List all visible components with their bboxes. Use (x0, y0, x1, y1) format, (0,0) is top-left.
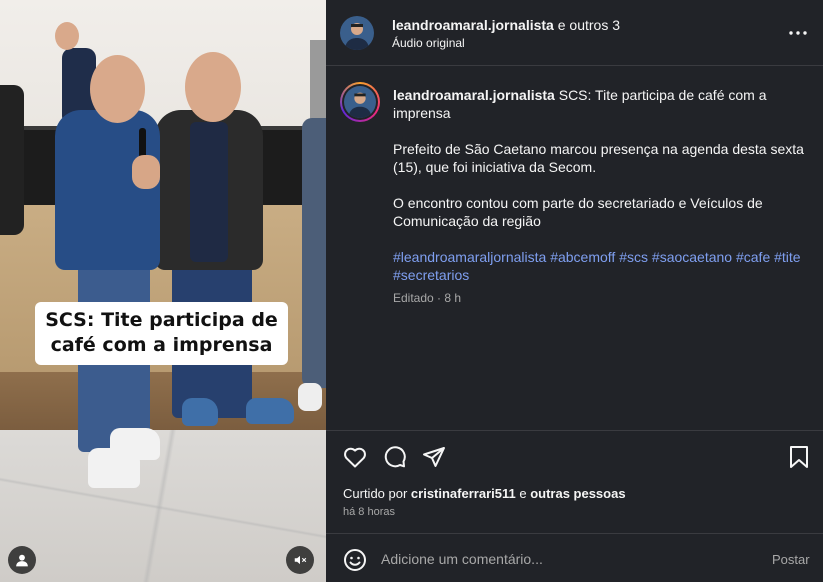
post-details-panel: leandroamaral.jornalista e outros 3 Áudi… (326, 0, 823, 582)
likes-prefix: Curtido por (343, 486, 411, 501)
video-caption-text: SCS: Tite participa de café com a impren… (45, 309, 278, 356)
mute-button[interactable] (286, 546, 314, 574)
caption-author-avatar[interactable] (340, 82, 380, 122)
post-caption: leandroamaral.jornalista SCS: Tite parti… (393, 86, 805, 302)
share-button[interactable] (421, 444, 447, 470)
tagged-users-button[interactable] (8, 546, 36, 574)
caption-author[interactable]: leandroamaral.jornalista (393, 87, 555, 103)
video-caption-overlay: SCS: Tite participa de café com a impren… (35, 302, 288, 365)
caption-hashtags: #leandroamaraljornalista #abcemoff #scs … (393, 248, 805, 284)
liked-by-user[interactable]: cristinaferrari511 (411, 486, 516, 501)
caption-paragraph-1: Prefeito de São Caetano marcou presença … (393, 141, 804, 175)
man-right-shoe-left (182, 398, 218, 426)
coauthors-link[interactable]: e outros 3 (554, 17, 620, 33)
heart-icon (344, 447, 366, 468)
send-icon (423, 447, 445, 467)
edited-timestamp: Editado · 8 h (393, 291, 462, 305)
person-background-head (55, 22, 79, 50)
post-header: leandroamaral.jornalista e outros 3 Áudi… (326, 0, 823, 66)
emoji-button[interactable] (342, 547, 368, 573)
man-right-shoe-right (246, 398, 294, 424)
hashtag-link[interactable]: #saocaetano (652, 249, 732, 265)
hashtag-link[interactable]: #leandroamaraljornalista (393, 249, 546, 265)
like-button[interactable] (342, 444, 368, 470)
action-bar (326, 430, 823, 480)
emoji-icon (344, 549, 366, 571)
user-icon (16, 554, 28, 567)
person-right-edge (302, 118, 326, 388)
speaker-head (90, 55, 145, 123)
hashtag-link[interactable]: #secretarios (393, 267, 469, 283)
comment-bar: Postar (326, 533, 823, 582)
man-right-head (185, 52, 241, 122)
hashtag-link[interactable]: #cafe (736, 249, 770, 265)
comment-input[interactable] (381, 548, 731, 570)
speaker-muted-icon (294, 555, 307, 565)
tile-floor (0, 430, 326, 582)
comment-button[interactable] (382, 444, 408, 470)
audio-link[interactable]: Áudio original (392, 36, 465, 50)
likes-middle: e (515, 486, 531, 501)
author-username[interactable]: leandroamaral.jornalista (392, 17, 554, 33)
more-horizontal-icon (789, 31, 807, 35)
man-right-shirt (190, 122, 228, 262)
person-left-edge (0, 85, 24, 235)
author-avatar[interactable] (340, 16, 374, 50)
likes-summary: Curtido por cristinaferrari511 e outras … (343, 486, 626, 501)
save-button[interactable] (786, 444, 812, 470)
person-right-shoe (298, 383, 322, 411)
hashtag-link[interactable]: #abcemoff (550, 249, 615, 265)
bookmark-icon (790, 446, 808, 468)
more-options-button[interactable] (784, 22, 812, 44)
speaker-shoe-right (110, 428, 160, 460)
comment-icon (384, 446, 406, 468)
hashtag-link[interactable]: #tite (774, 249, 800, 265)
reel-video[interactable]: SCS: Tite participa de café com a impren… (0, 0, 326, 582)
caption-paragraph-2: O encontro contou com parte do secretari… (393, 195, 763, 229)
speaker-hand (132, 155, 160, 189)
liked-by-others[interactable]: outras pessoas (530, 486, 625, 501)
author-names: leandroamaral.jornalista e outros 3 (392, 16, 620, 34)
post-comment-button[interactable]: Postar (772, 552, 810, 567)
post-time: há 8 horas (343, 506, 395, 518)
hashtag-link[interactable]: #scs (619, 249, 648, 265)
